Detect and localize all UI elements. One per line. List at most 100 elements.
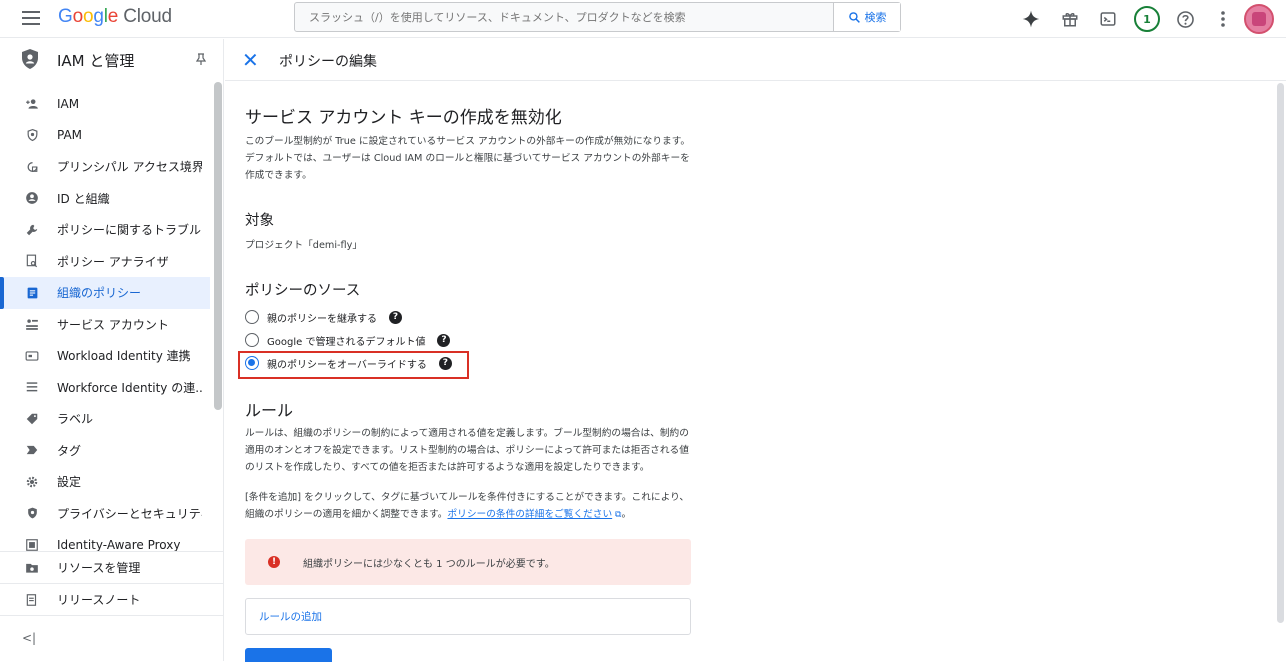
conditions-details-link[interactable]: ポリシーの条件の詳細をご覧ください bbox=[447, 509, 612, 520]
sidebar-item-label: Workforce Identity の連... bbox=[57, 380, 202, 395]
rules-heading: ルール bbox=[245, 401, 294, 420]
radio-google-default[interactable]: Google で管理されるデフォルト値 ? bbox=[245, 331, 451, 349]
help-icon[interactable] bbox=[1173, 7, 1197, 31]
sidebar-item[interactable]: プリンシパル アクセス境界 bbox=[0, 151, 210, 183]
logo-cloud-text: Cloud bbox=[123, 6, 172, 27]
logo-letter: o bbox=[82, 6, 94, 27]
help-icon[interactable]: ? bbox=[389, 310, 402, 324]
collapse-sidebar-icon[interactable]: <| bbox=[22, 631, 36, 645]
sidebar-item-label: 設定 bbox=[57, 475, 82, 490]
logo-letter: o bbox=[72, 6, 84, 27]
pin-icon[interactable] bbox=[195, 53, 207, 68]
policy-source-heading: ポリシーのソース bbox=[245, 283, 361, 299]
sidebar-item[interactable]: リソースを管理 bbox=[0, 552, 224, 584]
close-icon[interactable]: ✕ bbox=[242, 50, 259, 70]
search-icon bbox=[848, 11, 860, 23]
search-button-label: 検索 bbox=[864, 11, 887, 24]
add-rule-label: ルールの追加 bbox=[259, 611, 322, 623]
radio-inherit-parent[interactable]: 親のポリシーを継承する ? bbox=[245, 308, 402, 326]
radio-label: Google で管理されるデフォルト値 bbox=[267, 336, 426, 348]
error-icon: ! bbox=[268, 556, 280, 568]
sidebar-item-label: ラベル bbox=[57, 412, 94, 427]
sidebar-item-label: プライバシーとセキュリティ bbox=[57, 506, 202, 521]
shield-icon bbox=[22, 506, 42, 520]
sidebar-scrollbar[interactable] bbox=[214, 82, 222, 410]
conditions-end: 。 bbox=[621, 509, 632, 520]
proxy-icon bbox=[22, 538, 42, 552]
sidebar-item-label: サービス アカウント bbox=[57, 317, 169, 332]
list-icon bbox=[22, 380, 42, 394]
sidebar-item[interactable]: Workforce Identity の連... bbox=[0, 372, 210, 404]
sidebar-item-label: Workload Identity 連携 bbox=[57, 349, 191, 364]
notifications-badge[interactable]: 1 bbox=[1134, 6, 1160, 32]
add-person-icon bbox=[22, 97, 42, 111]
sidebar-item[interactable]: 設定 bbox=[0, 466, 210, 498]
sidebar-item[interactable]: リリースノート bbox=[0, 584, 224, 616]
sidebar-item[interactable]: IAM bbox=[0, 88, 210, 120]
add-rule-button[interactable]: ルールの追加 bbox=[245, 598, 691, 635]
sidebar-item[interactable]: プライバシーとセキュリティ bbox=[0, 498, 210, 530]
radio-button-checked[interactable] bbox=[245, 356, 259, 370]
cloud-shell-icon[interactable] bbox=[1096, 7, 1120, 31]
list-document-icon bbox=[22, 286, 42, 300]
account-avatar[interactable] bbox=[1244, 4, 1274, 34]
logo-letter: e bbox=[107, 6, 119, 27]
folder-gear-icon bbox=[22, 561, 42, 575]
sidebar-item[interactable]: ラベル bbox=[0, 403, 210, 435]
id-card-icon bbox=[22, 349, 42, 363]
notes-icon bbox=[22, 593, 42, 607]
sidebar-item-label: ポリシーに関するトラブルシ... bbox=[57, 223, 202, 238]
logo-letter: g bbox=[93, 6, 104, 27]
gift-icon[interactable] bbox=[1058, 7, 1082, 31]
shield-lock-icon bbox=[22, 128, 42, 142]
radio-override-parent[interactable]: 親のポリシーをオーバーライドする ? bbox=[245, 354, 452, 372]
help-icon[interactable]: ? bbox=[438, 356, 452, 370]
sidebar-nav: IAM PAM プリンシパル アクセス境界 ID と組織ポリシーに関するトラブルシ..… bbox=[0, 88, 210, 561]
sidebar-item[interactable]: サービス アカウント bbox=[0, 309, 210, 341]
rules-description: ルールは、組織のポリシーの制約によって適用される値を定義します。ブール型制約の場… bbox=[245, 428, 689, 473]
sidebar-item[interactable]: ポリシー アナライザ bbox=[0, 246, 210, 278]
sidebar-title: IAM と管理 bbox=[57, 52, 135, 70]
more-vert-icon[interactable] bbox=[1211, 7, 1235, 31]
constraint-description: このブール型制約が True に設定されているサービス アカウントの外部キーの作… bbox=[245, 136, 691, 181]
search-button[interactable]: 検索 bbox=[833, 3, 900, 31]
sidebar-item[interactable]: ポリシーに関するトラブルシ... bbox=[0, 214, 210, 246]
help-icon[interactable]: ? bbox=[437, 333, 451, 347]
document-search-icon bbox=[22, 254, 42, 268]
sidebar-item-label: Identity-Aware Proxy bbox=[57, 537, 181, 552]
error-text: 組織ポリシーには少なくとも 1 つのルールが必要です。 bbox=[303, 558, 555, 570]
sidebar-item-label: タグ bbox=[57, 443, 82, 458]
sidebar-bottom: リソースを管理 リリースノート bbox=[0, 551, 224, 616]
service-account-icon bbox=[22, 317, 42, 331]
sidebar-item[interactable]: Workload Identity 連携 bbox=[0, 340, 210, 372]
sidebar-item[interactable]: タグ bbox=[0, 435, 210, 467]
sidebar-item-label: 組織のポリシー bbox=[57, 286, 142, 301]
top-bar: Google Cloud 検索 1 bbox=[0, 0, 1286, 38]
main-menu-icon[interactable] bbox=[22, 11, 40, 25]
google-cloud-logo[interactable]: Google Cloud bbox=[58, 6, 172, 28]
radio-label: 親のポリシーをオーバーライドする bbox=[267, 359, 427, 371]
sidebar-item-label: プリンシパル アクセス境界 bbox=[57, 160, 202, 175]
wrench-icon bbox=[22, 223, 42, 237]
logo-letter: G bbox=[58, 6, 73, 27]
target-value: プロジェクト「demi-fly」 bbox=[245, 240, 363, 251]
tag-icon bbox=[22, 412, 42, 426]
search-input[interactable] bbox=[295, 3, 833, 31]
set-policy-button[interactable] bbox=[245, 648, 332, 662]
radio-button[interactable] bbox=[245, 310, 259, 324]
sidebar-item-label: IAM bbox=[57, 96, 80, 111]
conditions-text: [条件を追加] をクリックして、タグに基づいてルールを条件付きにすることができま… bbox=[245, 489, 693, 524]
sidebar-item[interactable]: PAM bbox=[0, 120, 210, 152]
target-heading: 対象 bbox=[245, 213, 274, 229]
account-box-icon bbox=[22, 160, 42, 174]
sidebar-header: IAM と管理 bbox=[0, 39, 224, 81]
gemini-sparkle-icon[interactable] bbox=[1019, 7, 1043, 31]
sidebar-item[interactable]: ID と組織 bbox=[0, 183, 210, 215]
content-scrollbar[interactable] bbox=[1277, 83, 1284, 623]
gear-icon bbox=[22, 475, 42, 489]
person-circle-icon bbox=[22, 191, 42, 205]
sidebar: IAM と管理 IAM PAM プリンシパル アクセス境界 ID と組織ポリシーに関す… bbox=[0, 39, 224, 661]
radio-button[interactable] bbox=[245, 333, 259, 347]
page-header: ✕ ポリシーの編集 bbox=[225, 39, 1286, 81]
sidebar-item[interactable]: 組織のポリシー bbox=[0, 277, 210, 309]
